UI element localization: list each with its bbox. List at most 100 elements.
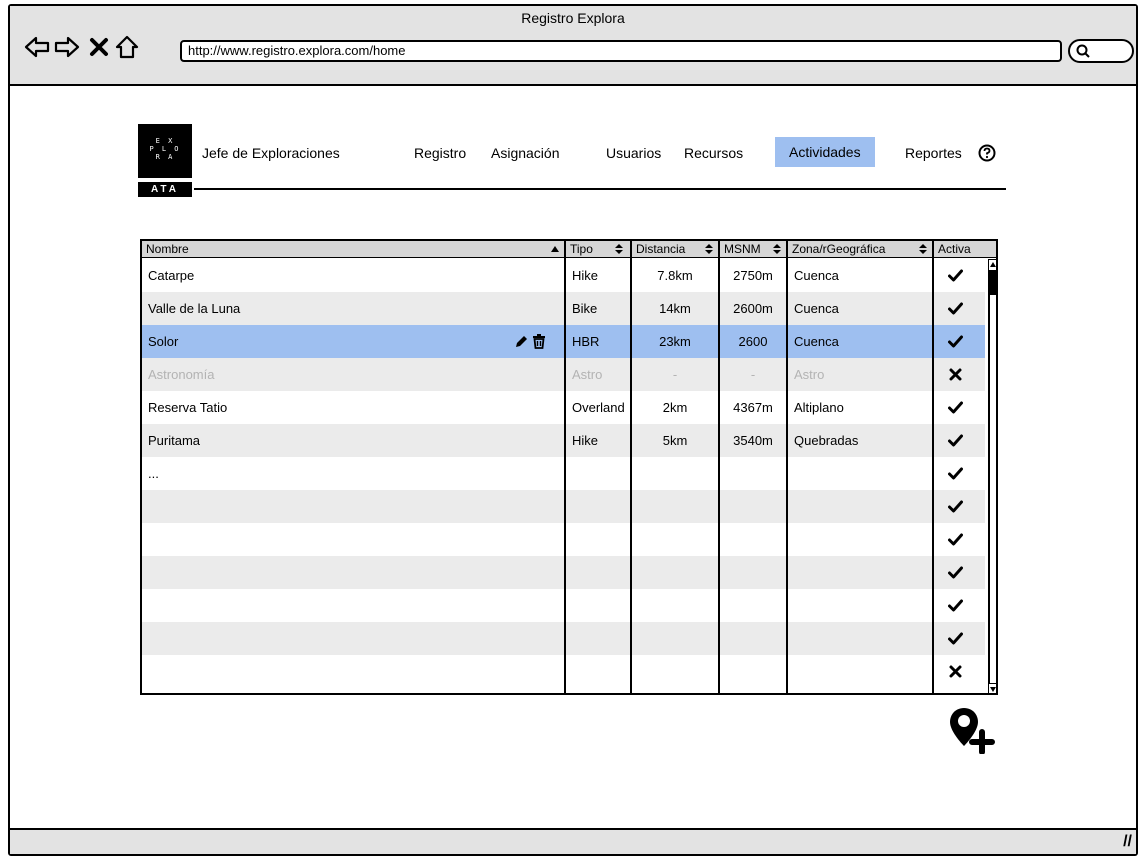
col-divider <box>786 241 788 693</box>
row-actions <box>514 334 548 349</box>
col-nombre-header[interactable]: Nombre <box>142 241 564 257</box>
cell-distancia: - <box>672 367 678 382</box>
col-tipo-header[interactable]: Tipo <box>566 241 630 257</box>
menu-item-usuarios[interactable]: Usuarios <box>606 145 661 161</box>
cell-nombre <box>142 655 562 688</box>
check-icon[interactable] <box>948 301 963 316</box>
menu-item-reportes[interactable]: Reportes <box>905 145 962 161</box>
help-icon[interactable] <box>978 144 996 162</box>
sort-icon <box>919 244 927 254</box>
cell-msnm <box>720 457 786 490</box>
cell-msnm: - <box>750 367 756 382</box>
map-marker-plus-icon[interactable] <box>948 706 996 754</box>
cell-msnm: 2750m <box>733 268 773 283</box>
cell-zona: Cuenca <box>794 301 839 316</box>
col-msnm-header[interactable]: MSNM <box>720 241 786 257</box>
table-scrollbar[interactable] <box>987 259 998 695</box>
scrollbar-thumb[interactable] <box>988 271 996 295</box>
scroll-up-icon[interactable] <box>988 259 998 271</box>
cell-nombre: Valle de la Luna <box>148 301 241 316</box>
check-icon[interactable] <box>948 400 963 415</box>
sort-ascending-icon <box>551 246 559 252</box>
check-icon[interactable] <box>948 532 963 547</box>
title-bar: Registro Explora http://www.registro.exp… <box>10 6 1136 86</box>
cell-tipo: Hike <box>572 433 599 448</box>
cross-icon[interactable] <box>948 664 963 679</box>
cell-zona <box>788 622 932 655</box>
check-icon[interactable] <box>948 433 963 448</box>
check-icon[interactable] <box>948 565 963 580</box>
cell-nombre <box>142 622 562 655</box>
menu-item-asignacion[interactable]: Asignación <box>491 145 560 161</box>
back-button[interactable] <box>24 34 50 60</box>
col-tipo-label: Tipo <box>570 242 593 256</box>
col-distancia-label: Distancia <box>636 242 686 256</box>
scrollbar-track[interactable] <box>988 259 996 693</box>
pencil-icon[interactable] <box>514 334 529 349</box>
cell-distancia <box>632 490 718 523</box>
explora-logo: E X P L O R A <box>138 124 192 178</box>
forward-button[interactable] <box>54 34 80 60</box>
cell-zona: Cuenca <box>794 268 839 283</box>
cross-icon[interactable] <box>948 367 963 382</box>
cell-nombre: Astronomía <box>148 367 215 382</box>
menu-item-registro[interactable]: Registro <box>414 145 466 161</box>
cell-tipo <box>566 457 630 490</box>
cell-zona <box>788 589 932 622</box>
address-bar[interactable]: http://www.registro.explora.com/home <box>180 40 1062 62</box>
col-divider <box>564 241 566 693</box>
cell-distancia: 2km <box>662 400 688 415</box>
home-button[interactable] <box>114 34 140 60</box>
check-icon[interactable] <box>948 334 963 349</box>
cell-msnm: 2600 <box>738 334 768 349</box>
logo-line-2: P L O <box>149 145 181 153</box>
status-bar: // <box>10 828 1136 854</box>
cell-distancia <box>632 457 718 490</box>
col-zona-header[interactable]: Zona/rGeográfica <box>788 241 932 257</box>
col-divider <box>718 241 720 693</box>
cell-distancia: 7.8km <box>657 268 693 283</box>
menu-item-recursos[interactable]: Recursos <box>684 145 743 161</box>
cell-zona <box>788 556 932 589</box>
cell-tipo <box>566 655 630 688</box>
check-icon[interactable] <box>948 268 963 283</box>
stop-button[interactable] <box>86 34 112 60</box>
check-icon[interactable] <box>948 631 963 646</box>
cell-tipo: Overland <box>572 400 625 415</box>
cell-msnm: 2600m <box>733 301 773 316</box>
window-title: Registro Explora <box>521 10 625 26</box>
browser-search-field[interactable] <box>1068 39 1134 63</box>
menu-divider <box>194 188 1006 190</box>
cell-zona: Altiplano <box>794 400 844 415</box>
cell-distancia <box>632 622 718 655</box>
menu-item-actividades[interactable]: Actividades <box>775 137 875 167</box>
cell-distancia <box>632 523 718 556</box>
home-icon <box>115 35 139 59</box>
col-activa-header[interactable]: Activa <box>934 241 986 257</box>
cell-nombre: Solor <box>148 334 179 349</box>
resize-grip-icon[interactable]: // <box>1123 833 1132 851</box>
cell-distancia <box>632 655 718 688</box>
col-divider <box>630 241 632 693</box>
logo-line-1: E X <box>155 137 175 145</box>
cell-nombre <box>142 523 562 556</box>
cell-tipo <box>566 622 630 655</box>
cell-tipo: Bike <box>572 301 598 316</box>
cell-zona <box>788 523 932 556</box>
cell-tipo <box>566 490 630 523</box>
trash-icon[interactable] <box>532 334 546 349</box>
check-icon[interactable] <box>948 499 963 514</box>
sort-icon <box>705 244 713 254</box>
cell-nombre: Reserva Tatio <box>148 400 228 415</box>
col-activa-label: Activa <box>938 242 971 256</box>
check-icon[interactable] <box>948 598 963 613</box>
cell-msnm: 4367m <box>733 400 773 415</box>
cell-nombre: Puritama <box>148 433 201 448</box>
cell-distancia: 14km <box>659 301 691 316</box>
cell-tipo: Astro <box>572 367 603 382</box>
cell-zona: Astro <box>794 367 825 382</box>
col-distancia-header[interactable]: Distancia <box>632 241 718 257</box>
scroll-down-icon[interactable] <box>988 683 998 695</box>
check-icon[interactable] <box>948 466 963 481</box>
cell-msnm <box>720 622 786 655</box>
